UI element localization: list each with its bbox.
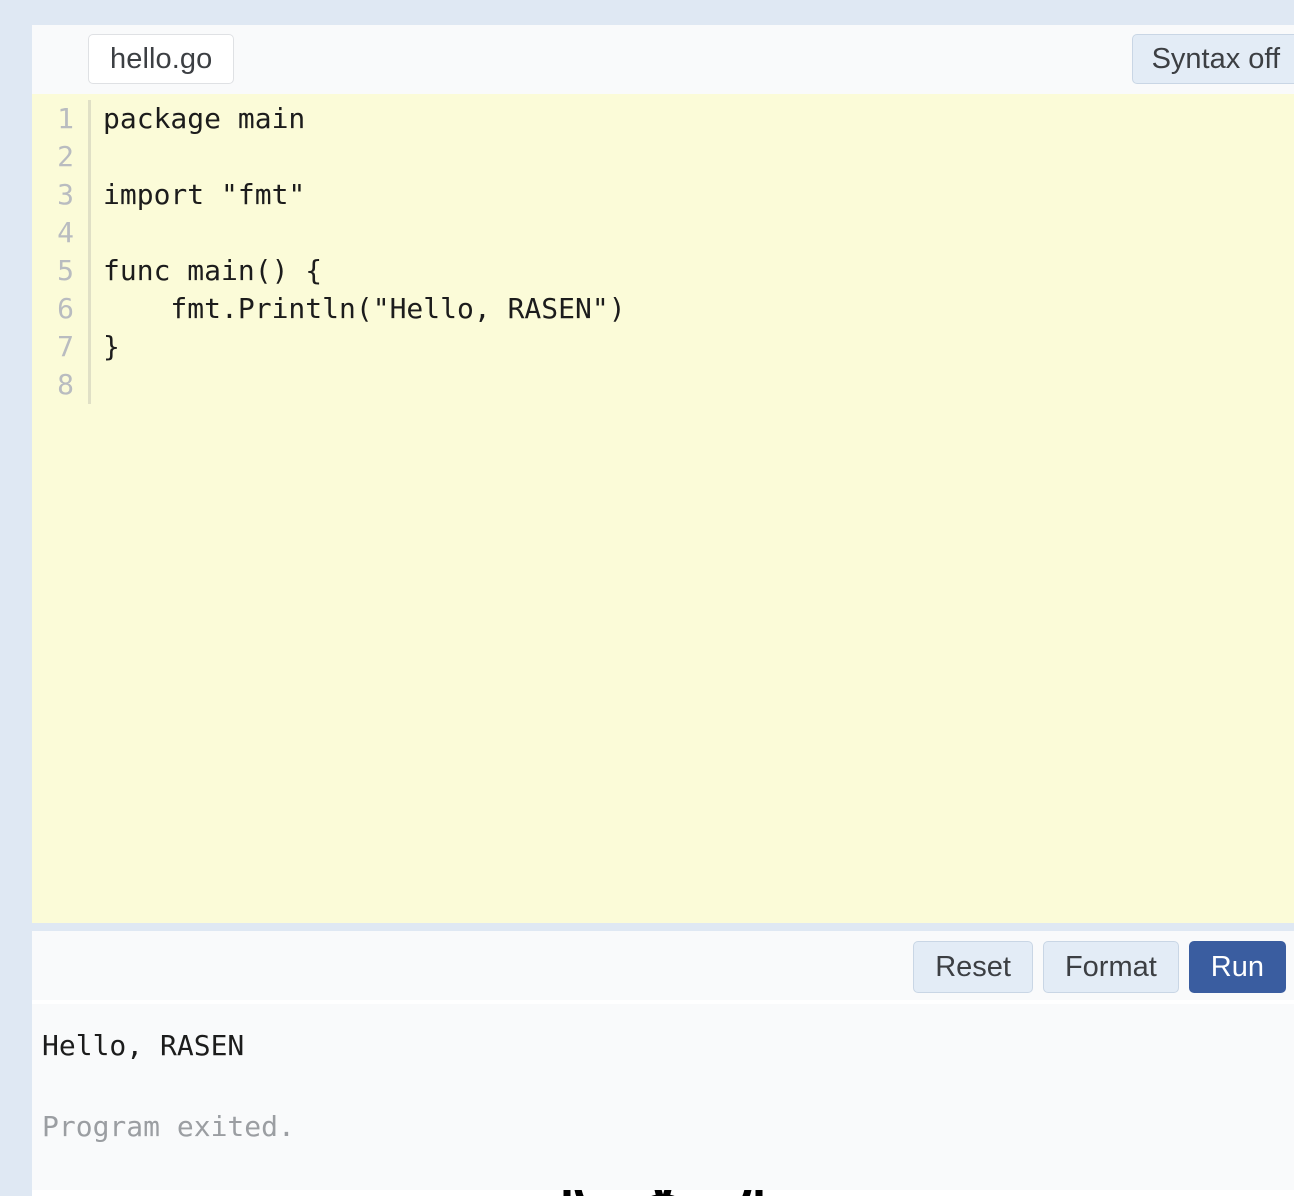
code-editor[interactable]: 1 package main 2 3 import "fmt" 4 5 func main()… — [32, 94, 1294, 923]
line-number: 3 — [57, 178, 74, 211]
code-line-text: fmt.Println("Hello, RASEN") — [103, 292, 626, 325]
syntax-toggle-button[interactable]: Syntax off — [1131, 34, 1294, 84]
file-tab-label: hello.go — [110, 42, 213, 75]
run-button[interactable]: Run — [1188, 941, 1286, 993]
code-lines: 1 package main 2 3 import "fmt" 4 5 func main()… — [32, 100, 1294, 404]
playground-page: hello.go Syntax off 1 package main 2 3 impor… — [0, 0, 1294, 1196]
code-line: 6 fmt.Println("Hello, RASEN") — [32, 290, 1294, 328]
code-line-text: package main — [103, 102, 306, 135]
line-number: 1 — [57, 102, 74, 135]
line-number: 8 — [57, 368, 74, 401]
run-button-label: Run — [1210, 950, 1264, 983]
code-line: 5 func main() { — [32, 252, 1294, 290]
line-number: 4 — [57, 216, 74, 249]
code-line: 1 package main — [32, 100, 1294, 138]
editor-panel: hello.go Syntax off 1 package main 2 3 impor… — [32, 25, 1294, 1196]
code-line-text — [91, 214, 1294, 252]
syntax-toggle-label: Syntax off — [1151, 42, 1280, 75]
line-number: 7 — [57, 330, 74, 363]
code-line: 4 — [32, 214, 1294, 252]
line-number: 6 — [57, 292, 74, 325]
code-line-text — [91, 366, 1294, 404]
code-line: 7} — [32, 328, 1294, 366]
controls-bar: Reset Format Run — [32, 931, 1294, 1000]
header-bar: hello.go Syntax off — [32, 25, 1294, 94]
code-line-text: } — [103, 330, 120, 363]
footer-image-strip — [32, 1190, 1294, 1196]
output-console: Hello, RASEN Program exited. — [32, 1004, 1294, 1190]
line-number: 5 — [57, 254, 74, 287]
go-gopher-mascot-icon — [563, 1190, 763, 1196]
code-line: 2 — [32, 138, 1294, 176]
line-number: 2 — [57, 140, 74, 173]
output-status-line: Program exited. — [42, 1110, 295, 1143]
code-line: 3 import "fmt" — [32, 176, 1294, 214]
reset-button[interactable]: Reset — [913, 941, 1033, 993]
action-button-group: Reset Format Run — [913, 941, 1286, 993]
code-line-text — [91, 138, 1294, 176]
code-line-text: func main() { — [103, 254, 323, 287]
output-stdout-line: Hello, RASEN — [42, 1029, 245, 1062]
code-line: 8 — [32, 366, 1294, 404]
format-button-label: Format — [1064, 950, 1157, 983]
format-button[interactable]: Format — [1042, 941, 1179, 993]
reset-button-label: Reset — [935, 950, 1011, 983]
file-tab-hello-go[interactable]: hello.go — [88, 34, 235, 84]
code-line-text: import "fmt" — [103, 178, 306, 211]
